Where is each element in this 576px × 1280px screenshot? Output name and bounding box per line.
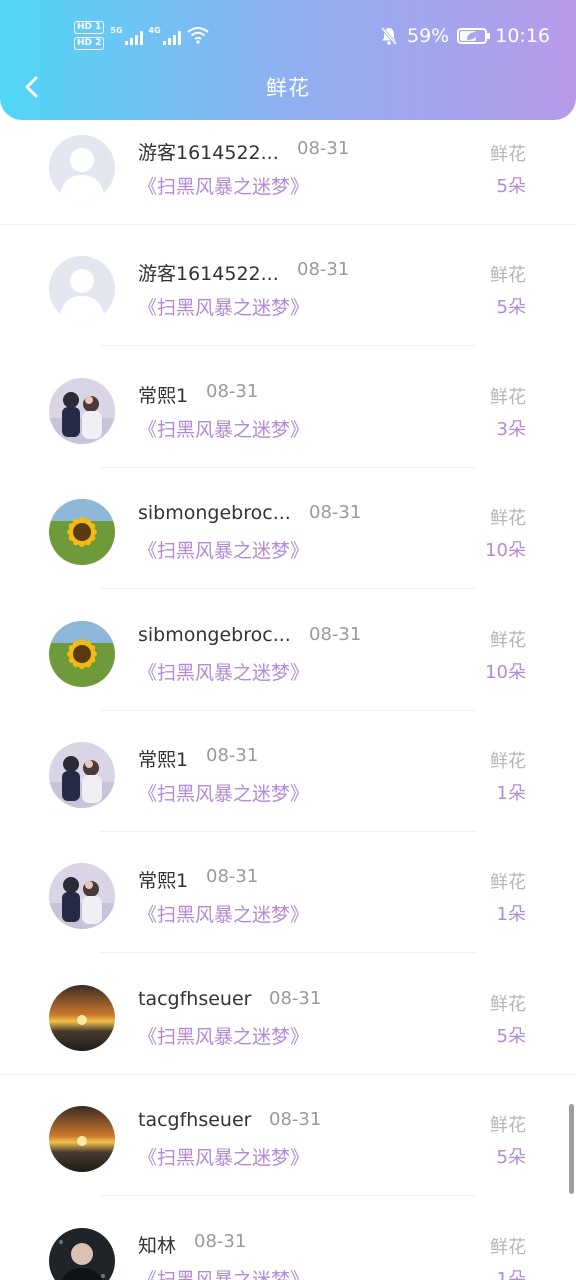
gift-date: 08-31 (309, 623, 362, 645)
list-item[interactable]: 常熙1 08-31 《扫黑风暴之迷梦》 鲜花 1朵 (0, 711, 576, 832)
work-title[interactable]: 《扫黑风暴之迷梦》 (138, 1265, 309, 1280)
avatar[interactable] (49, 1106, 115, 1173)
avatar[interactable] (49, 863, 115, 930)
list-item[interactable]: 知林 08-31 《扫黑风暴之迷梦》 鲜花 1朵 (0, 1197, 576, 1280)
gift-count: 5朵 (496, 176, 526, 197)
work-title[interactable]: 《扫黑风暴之迷梦》 (138, 1143, 309, 1170)
avatar[interactable] (49, 984, 115, 1051)
app-header: HD 1 HD 2 5G 4G 59% 10:16 鲜花 (0, 0, 576, 120)
battery-icon (457, 28, 491, 44)
clock-time: 10:16 (495, 25, 550, 47)
list-item[interactable]: 游客1614522... 08-31 《扫黑风暴之迷梦》 鲜花 5朵 (0, 104, 576, 225)
work-title[interactable]: 《扫黑风暴之迷梦》 (138, 900, 309, 927)
network-4g-label: 4G (148, 25, 161, 35)
work-title[interactable]: 《扫黑风暴之迷梦》 (138, 293, 309, 320)
list-item[interactable]: sibmongebroc... 08-31 《扫黑风暴之迷梦》 鲜花 10朵 (0, 590, 576, 711)
avatar[interactable] (49, 742, 115, 808)
gift-type: 鲜花 (490, 144, 526, 165)
hd-indicators: HD 1 HD 2 (74, 20, 105, 50)
signal-4g: 4G (149, 26, 181, 45)
scrollbar-thumb[interactable] (569, 1104, 574, 1194)
gift-type: 鲜花 (490, 629, 526, 651)
gift-type: 鲜花 (490, 1236, 526, 1258)
gift-date: 08-31 (206, 745, 259, 766)
avatar[interactable] (49, 620, 115, 687)
signal-group: HD 1 HD 2 5G 4G (74, 18, 209, 52)
gift-type: 鲜花 (490, 265, 526, 287)
navigation-bar: 鲜花 (0, 64, 576, 110)
work-title[interactable]: 《扫黑风暴之迷梦》 (138, 1022, 309, 1049)
user-name: 游客1614522... (138, 142, 279, 164)
work-title[interactable]: 《扫黑风暴之迷梦》 (138, 658, 309, 685)
gift-count: 5朵 (496, 1147, 526, 1169)
gift-date: 08-31 (297, 138, 350, 159)
list-item[interactable]: 常熙1 08-31 《扫黑风暴之迷梦》 鲜花 3朵 (0, 347, 576, 468)
avatar[interactable] (49, 499, 115, 566)
battery-percent: 59% (407, 25, 450, 47)
user-name: tacgfhseuer (138, 1109, 252, 1132)
user-name: 常熙1 (138, 870, 189, 893)
gift-date: 08-31 (206, 380, 259, 402)
user-name: 知林 (138, 1234, 177, 1257)
signal-bars-icon (162, 29, 181, 45)
user-name: sibmongebroc... (138, 502, 291, 525)
hd-badge-2: HD 2 (74, 36, 105, 50)
gift-type: 鲜花 (490, 386, 526, 408)
avatar[interactable] (49, 135, 115, 201)
gift-count: 5朵 (496, 1025, 526, 1047)
gift-date: 08-31 (297, 259, 350, 281)
work-title[interactable]: 《扫黑风暴之迷梦》 (138, 779, 309, 806)
user-name: tacgfhseuer (138, 987, 252, 1010)
signal-5g: 5G (110, 25, 143, 45)
network-5g-label: 5G (110, 25, 123, 35)
list-item[interactable]: 常熙1 08-31 《扫黑风暴之迷梦》 鲜花 1朵 (0, 832, 576, 954)
gift-date: 08-31 (269, 987, 322, 1009)
list-item[interactable]: tacgfhseuer 08-31 《扫黑风暴之迷梦》 鲜花 5朵 (0, 954, 576, 1075)
user-name: sibmongebroc... (138, 623, 291, 646)
gift-count: 3朵 (496, 418, 526, 440)
avatar[interactable] (49, 1227, 115, 1280)
gift-type: 鲜花 (490, 1115, 526, 1137)
gift-count: 1朵 (496, 904, 526, 926)
work-title[interactable]: 《扫黑风暴之迷梦》 (138, 536, 309, 563)
list-item[interactable]: sibmongebroc... 08-31 《扫黑风暴之迷梦》 鲜花 10朵 (0, 468, 576, 590)
wifi-icon (187, 27, 209, 44)
page-title: 鲜花 (266, 76, 310, 100)
gift-count: 10朵 (485, 661, 526, 683)
status-right-group: 59% 10:16 (379, 22, 550, 50)
work-title[interactable]: 《扫黑风暴之迷梦》 (138, 415, 309, 442)
user-name: 游客1614522... (138, 263, 279, 286)
gift-type: 鲜花 (490, 508, 526, 530)
leaf-icon (467, 32, 478, 40)
list-item[interactable]: tacgfhseuer 08-31 《扫黑风暴之迷梦》 鲜花 5朵 (0, 1075, 576, 1197)
avatar[interactable] (49, 377, 115, 444)
gift-type: 鲜花 (490, 751, 526, 772)
gift-type: 鲜花 (490, 872, 526, 894)
gift-type: 鲜花 (490, 993, 526, 1015)
work-title[interactable]: 《扫黑风暴之迷梦》 (138, 172, 309, 199)
gift-date: 08-31 (309, 502, 362, 524)
list-item[interactable]: 游客1614522... 08-31 《扫黑风暴之迷梦》 鲜花 5朵 (0, 225, 576, 347)
hd-badge-1: HD 1 (74, 20, 105, 34)
user-name: 常熙1 (138, 749, 189, 771)
gift-count: 10朵 (485, 540, 526, 562)
gift-date: 08-31 (269, 1109, 322, 1131)
bell-mute-icon (380, 27, 398, 45)
user-name: 常熙1 (138, 384, 189, 407)
gift-count: 5朵 (496, 297, 526, 319)
status-bar: HD 1 HD 2 5G 4G 59% 10:16 (0, 0, 576, 70)
gift-date: 08-31 (206, 866, 259, 888)
avatar[interactable] (49, 256, 115, 323)
signal-bars-icon (124, 29, 143, 45)
gift-count: 1朵 (496, 783, 526, 804)
gift-date: 08-31 (194, 1230, 247, 1252)
gift-count: 1朵 (496, 1268, 526, 1280)
